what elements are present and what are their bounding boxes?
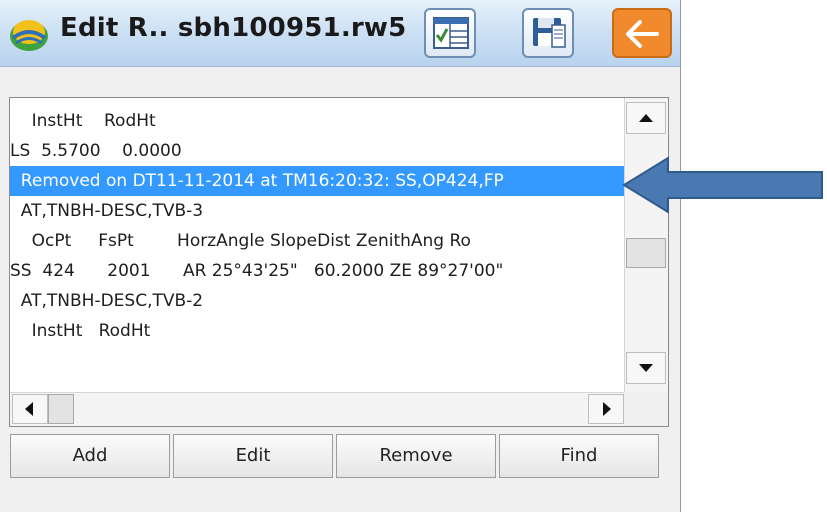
title-bar: Edit R.. sbh100951.rw5 [0,0,680,67]
back-button[interactable] [612,8,672,58]
list-item[interactable]: InstHt RodHt [10,106,624,136]
list-item[interactable]: InstHt RodHt [10,316,624,346]
survey-app-icon [10,20,48,51]
edit-button[interactable]: Edit [173,434,333,478]
save-button[interactable] [522,8,574,58]
triangle-right-icon [603,402,611,416]
list-item[interactable]: LS 5.5700 0.0000 [10,136,624,166]
back-arrow-icon [626,20,659,48]
scroll-left-button[interactable] [12,394,48,424]
annotation-arrow-icon [622,156,823,214]
data-grid-button[interactable] [424,8,476,58]
window-title: Edit R.. sbh100951.rw5 [60,13,407,43]
save-disk-icon [533,18,566,48]
horizontal-scroll-thumb[interactable] [48,394,74,424]
scroll-up-button[interactable] [626,102,666,134]
remove-button[interactable]: Remove [336,434,496,478]
edit-raw-window: Edit R.. sbh100951.rw5 InstHt RodHt LS 5… [0,0,680,512]
scrollbar-corner [624,392,668,426]
triangle-left-icon [25,402,33,416]
vertical-scroll-thumb[interactable] [626,238,666,268]
list-item[interactable]: OcPt FsPt HorzAngle SlopeDist ZenithAng … [10,226,624,256]
horizontal-scrollbar[interactable] [10,392,668,426]
list-item-selected[interactable]: Removed on DT11-11-2014 at TM16:20:32: S… [10,166,624,196]
add-button[interactable]: Add [10,434,170,478]
raw-data-list[interactable]: InstHt RodHt LS 5.5700 0.0000 Removed on… [9,97,669,427]
scroll-right-button[interactable] [588,394,624,424]
triangle-up-icon [639,114,653,122]
list-item[interactable]: AT,TNBH-DESC,TVB-3 [10,196,624,226]
list-item[interactable]: SS 424 2001 AR 25°43'25" 60.2000 ZE 89°2… [10,256,624,286]
list-item[interactable]: AT,TNBH-DESC,TVB-2 [10,286,624,316]
vertical-scrollbar[interactable] [624,98,668,392]
window-edge [680,0,681,512]
scroll-down-button[interactable] [626,352,666,384]
data-grid-icon [433,17,469,49]
triangle-down-icon [639,364,653,372]
find-button[interactable]: Find [499,434,659,478]
